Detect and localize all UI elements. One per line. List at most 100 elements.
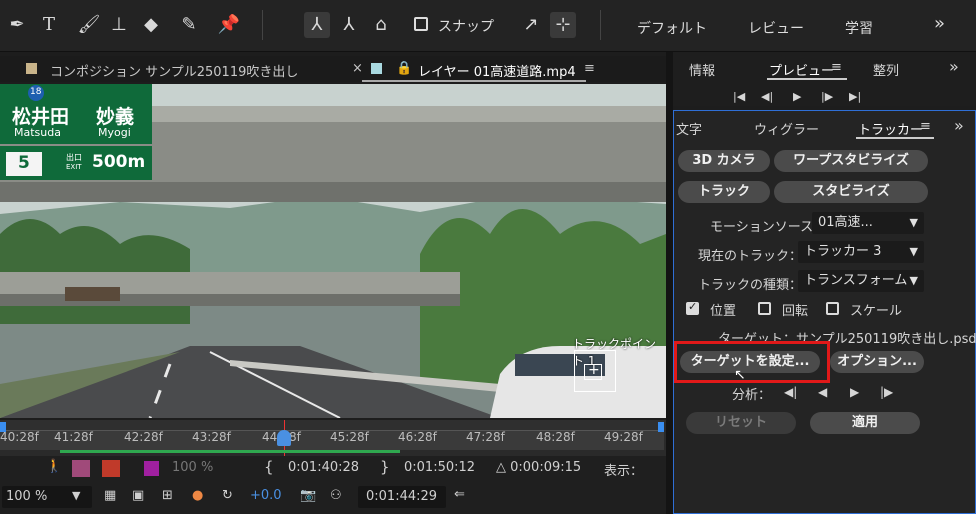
tab-preview[interactable]: プレビュー (769, 60, 834, 79)
tab-align[interactable]: 整列 (873, 60, 899, 79)
show-snapshot-icon[interactable]: ⚇ (330, 488, 342, 503)
brush-tool-icon[interactable]: 🖌 (76, 12, 102, 38)
active-tab-underline (767, 78, 847, 80)
tab-character[interactable]: 文字 (676, 119, 702, 138)
reset-exposure-icon[interactable]: ↻ (222, 488, 233, 503)
cache-bar (60, 450, 400, 453)
analyze-forward-icon[interactable]: ▶ (850, 385, 859, 399)
lock-icon[interactable]: 🔒 (396, 61, 412, 76)
tab-wiggler[interactable]: ウィグラー (754, 119, 819, 138)
panel-menu-icon[interactable]: ≡ (584, 61, 595, 76)
channels-icon[interactable]: ● (192, 488, 203, 503)
first-frame-icon[interactable]: |◀ (733, 90, 745, 103)
comp-color-swatch (26, 63, 37, 74)
track-point-crosshair-icon[interactable]: + (588, 362, 600, 378)
scale-checkbox[interactable] (826, 302, 839, 315)
axis-view-icon[interactable]: ⌂ (368, 12, 394, 38)
snap-extend-icon[interactable]: ↗ (518, 12, 544, 38)
panel-menu-icon[interactable]: ≡ (831, 60, 842, 75)
current-track-value: トラッカー 3 (804, 244, 882, 259)
apply-button[interactable]: 適用 (810, 412, 920, 434)
work-area[interactable] (0, 420, 664, 430)
tab-tracker[interactable]: トラッカー (858, 119, 923, 138)
playhead-handle[interactable] (277, 430, 291, 446)
guides-icon[interactable]: ⊞ (162, 488, 173, 503)
more-panels-icon[interactable]: » (949, 57, 959, 76)
current-track-dropdown[interactable]: トラッカー 3 ▼ (798, 241, 924, 263)
out-point-icon[interactable]: } (380, 458, 390, 476)
track-type-dropdown[interactable]: トランスフォーム ▼ (798, 270, 924, 292)
play-icon[interactable]: ▶ (793, 90, 801, 103)
divider (262, 10, 263, 40)
in-point-icon[interactable]: { (264, 458, 274, 476)
tab-composition[interactable]: コンポジション サンプル250119吹き出し (50, 61, 298, 80)
stabilize-motion-button[interactable]: スタビライズ (774, 181, 928, 203)
workspace-more-icon[interactable]: » (934, 13, 945, 34)
in-point-time[interactable]: 0:01:40:28 (288, 460, 359, 475)
snap-label: スナップ (438, 19, 494, 35)
snap-feature-icon[interactable]: ⊹ (550, 12, 576, 38)
work-area-end[interactable] (658, 422, 664, 432)
opacity-readout: 100 % (172, 460, 214, 475)
chevron-down-icon: ▼ (909, 216, 918, 229)
close-tab-icon[interactable]: × (352, 61, 363, 76)
motion-source-dropdown[interactable]: 01高速... ▼ (812, 212, 924, 234)
transparency-grid-icon[interactable]: ▦ (104, 488, 116, 503)
options-button[interactable]: オプション... (830, 351, 924, 373)
axis-local-icon[interactable]: ⅄ (304, 12, 330, 38)
analyze-backward-icon[interactable]: ◀ (818, 385, 827, 399)
analyze-label: 分析： (732, 388, 772, 403)
layer-viewer[interactable]: 18 松井田 妙義 Matsuda Myogi 5 出口 EXIT 500m ト… (0, 84, 666, 418)
exit-distance: 500m (92, 152, 146, 172)
workspace-default[interactable]: デフォルト (637, 18, 707, 38)
time-tick: 42:28f (124, 430, 163, 444)
rotation-checkbox[interactable] (758, 302, 771, 315)
time-tick: 41:28f (54, 430, 93, 444)
pen-tool-icon[interactable]: ✒ (4, 12, 30, 38)
tab-info[interactable]: 情報 (689, 60, 715, 79)
roto-brush-icon[interactable]: ✎ (176, 12, 202, 38)
onion-skin-icon[interactable] (72, 460, 90, 477)
motion-path-icon[interactable]: 🚶 (46, 459, 62, 474)
motion-blur-icon[interactable] (102, 460, 120, 477)
next-frame-icon[interactable]: |▶ (821, 90, 833, 103)
puppet-pin-icon[interactable]: 📌 (216, 12, 242, 38)
playback-icon[interactable]: ⇐ (454, 487, 465, 502)
zoom-dropdown[interactable]: 100 % ▼ (2, 486, 92, 508)
current-time-field[interactable]: 0:01:44:29 (358, 486, 446, 508)
track-motion-button[interactable]: トラック (678, 181, 770, 203)
more-panels-icon[interactable]: » (954, 116, 964, 135)
clone-stamp-icon[interactable]: ⊥ (106, 12, 132, 38)
layer-label-color[interactable] (144, 461, 159, 476)
panel-menu-icon[interactable]: ≡ (920, 119, 931, 134)
time-ruler[interactable]: 40:28f 41:28f 42:28f 43:28f 44:28f 45:28… (0, 420, 666, 456)
panel-divider[interactable] (666, 52, 673, 514)
axis-world-icon[interactable]: ⅄ (336, 12, 362, 38)
current-time: 0:01:44:29 (366, 489, 438, 504)
last-frame-icon[interactable]: ▶| (849, 90, 861, 103)
duration-readout: △ 0:00:09:15 (496, 460, 582, 475)
out-point-time[interactable]: 0:01:50:12 (404, 460, 475, 475)
workspace-review[interactable]: レビュー (748, 18, 804, 38)
warp-stabilizer-button[interactable]: ワープスタビライズ (774, 150, 928, 172)
snapshot-icon[interactable]: 📷 (300, 488, 316, 503)
analyze-forward-one-icon[interactable]: |▶ (880, 385, 893, 399)
time-tick: 48:28f (536, 430, 575, 444)
tab-layer[interactable]: レイヤー 01高速道路.mp4 (418, 61, 576, 80)
position-label: 位置 (710, 304, 737, 319)
eraser-tool-icon[interactable]: ◆ (138, 12, 164, 38)
sign-place-2: 妙義 (96, 106, 135, 128)
position-checkbox[interactable] (686, 300, 699, 315)
prev-frame-icon[interactable]: ◀| (761, 90, 773, 103)
highlight-box (674, 341, 830, 383)
type-tool-icon[interactable]: T (36, 12, 62, 38)
reset-button[interactable]: リセット (686, 412, 796, 434)
exposure-value[interactable]: +0.0 (250, 488, 282, 503)
3d-camera-button[interactable]: 3D カメラ (678, 150, 770, 172)
snap-checkbox[interactable] (414, 17, 428, 31)
workspace-learn[interactable]: 学習 (845, 18, 873, 38)
mask-toggle-icon[interactable]: ▣ (132, 488, 144, 503)
time-tick: 43:28f (192, 430, 231, 444)
analyze-back-one-icon[interactable]: ◀| (784, 385, 797, 399)
mouse-cursor-icon: ↖ (734, 367, 746, 383)
